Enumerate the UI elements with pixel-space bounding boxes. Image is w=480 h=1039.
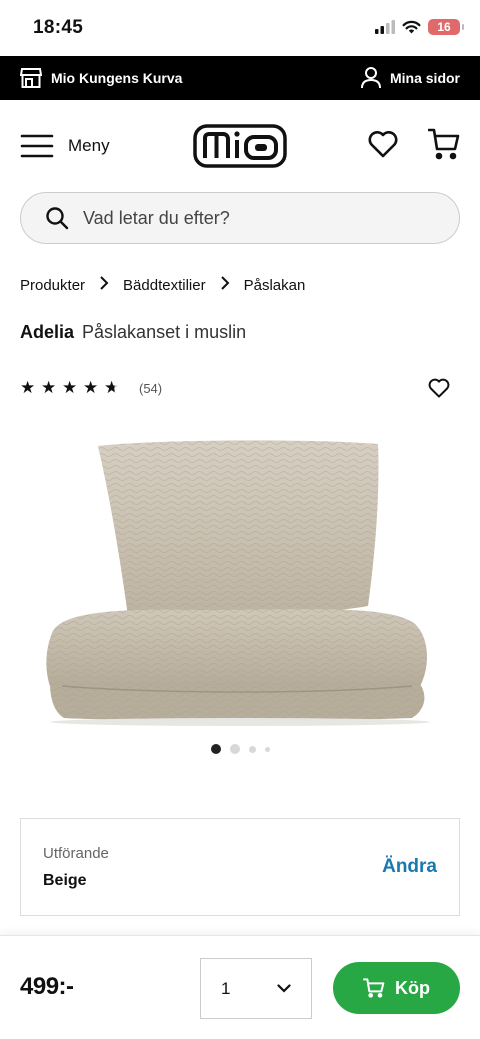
carousel-dot[interactable]: [248, 745, 256, 753]
purchase-bar: 499:- 1 Köp: [0, 935, 480, 1039]
hamburger-icon: [20, 134, 54, 158]
mio-logo[interactable]: [193, 124, 287, 168]
user-icon: [360, 67, 381, 89]
search-input[interactable]: Vad letar du efter?: [20, 192, 460, 244]
status-icons: 16: [375, 19, 464, 35]
add-to-wishlist-heart-icon[interactable]: [428, 378, 450, 398]
chevron-right-icon: [220, 276, 230, 295]
carousel-dot[interactable]: [264, 746, 270, 752]
carousel-dot[interactable]: [229, 744, 240, 754]
menu-label: Meny: [68, 136, 110, 155]
battery-icon: 16: [428, 19, 464, 35]
product-image[interactable]: [0, 428, 480, 728]
variant-selector: Utförande Beige Ändra: [20, 818, 460, 916]
breadcrumb-item-paslakan[interactable]: Påslakan: [244, 277, 306, 294]
image-carousel-dots: [0, 744, 480, 754]
star-icon: ★: [62, 378, 78, 397]
battery-level: 16: [437, 20, 451, 34]
change-variant-link[interactable]: Ändra: [382, 856, 437, 878]
breadcrumb-item-baddtextilier[interactable]: Bäddtextilier: [123, 277, 206, 294]
product-title: Adelia Påslakanset i muslin: [20, 322, 246, 343]
product-subtitle: Påslakanset i muslin: [82, 322, 247, 342]
cart-icon[interactable]: [428, 128, 460, 160]
site-header: Meny: [0, 100, 480, 192]
review-count: (54): [139, 380, 163, 396]
breadcrumb: Produkter Bäddtextilier Påslakan: [20, 276, 305, 295]
heart-icon[interactable]: [368, 130, 398, 158]
store-selector[interactable]: Mio Kungens Kurva: [20, 68, 182, 88]
signal-icon: [375, 20, 395, 34]
quantity-value: 1: [221, 978, 231, 998]
breadcrumb-item-produkter[interactable]: Produkter: [20, 277, 85, 294]
variant-value: Beige: [43, 871, 87, 889]
price: 499:-: [20, 973, 74, 1000]
chevron-down-icon: [277, 984, 291, 993]
star-icon: ★: [20, 378, 36, 397]
variant-label: Utförande: [43, 844, 109, 862]
chevron-right-icon: [99, 276, 109, 295]
status-bar: 18:45 16: [0, 0, 480, 56]
search-placeholder: Vad letar du efter?: [83, 207, 230, 228]
star-half-icon: ★: [104, 378, 123, 398]
star-icon: ★: [41, 378, 57, 397]
rating[interactable]: ★ ★ ★ ★ ★ (54): [20, 378, 162, 398]
status-time: 18:45: [33, 17, 84, 38]
buy-button[interactable]: Köp: [333, 962, 460, 1014]
menu-button[interactable]: Meny: [20, 134, 110, 158]
buy-label: Köp: [395, 977, 430, 998]
quantity-select[interactable]: 1: [200, 958, 312, 1019]
store-name: Mio Kungens Kurva: [51, 70, 183, 86]
cart-icon: [363, 978, 385, 998]
carousel-dot[interactable]: [210, 744, 221, 754]
header-actions: [368, 128, 460, 160]
product-brand: Adelia: [20, 322, 75, 342]
variant-info: Utförande Beige: [43, 845, 109, 890]
star-icon: ★: [83, 378, 99, 397]
wifi-icon: [402, 20, 421, 34]
account-link[interactable]: Mina sidor: [360, 67, 460, 89]
search-icon: [46, 207, 69, 230]
store-bar: Mio Kungens Kurva Mina sidor: [0, 56, 480, 100]
account-label: Mina sidor: [389, 70, 460, 86]
store-icon: [20, 68, 42, 88]
